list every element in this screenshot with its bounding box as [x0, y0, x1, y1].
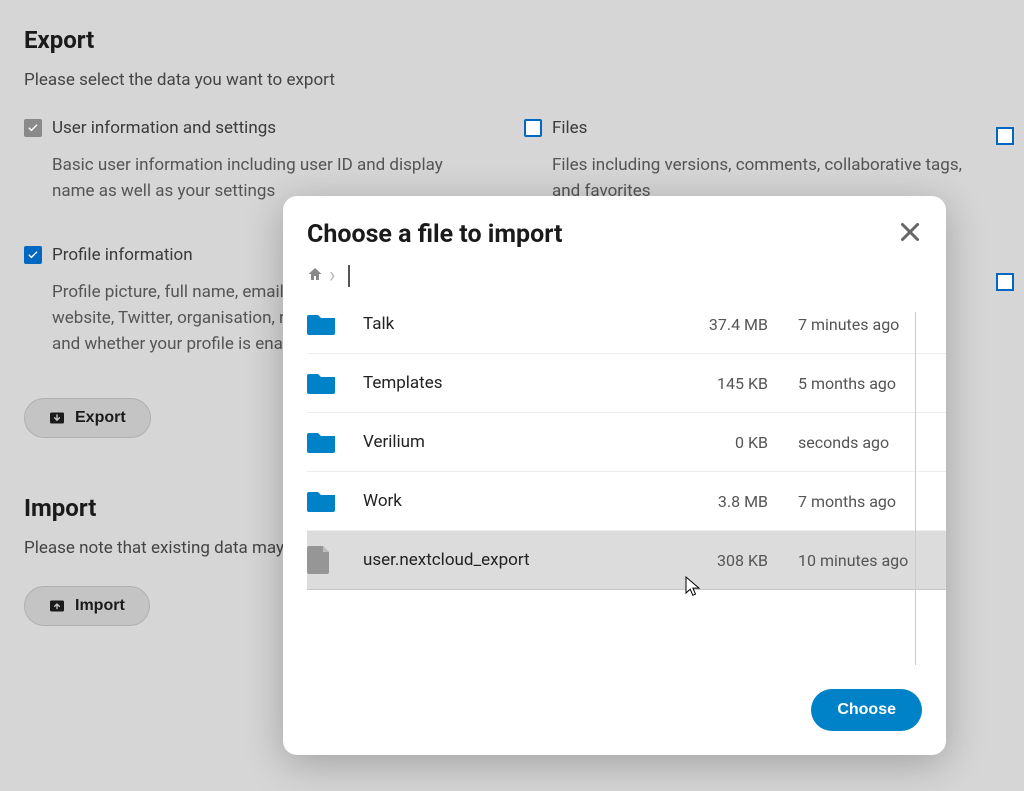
export-button-label: Export	[75, 409, 126, 427]
file-time: 10 minutes ago	[768, 551, 918, 570]
export-option-label: Files	[552, 118, 587, 138]
file-name: Templates	[363, 373, 678, 393]
folder-icon	[307, 430, 343, 454]
export-option-user-info[interactable]: User information and settings Basic user…	[24, 118, 484, 205]
folder-icon	[307, 489, 343, 513]
file-row[interactable]: user.nextcloud_export308 KB10 minutes ag…	[307, 531, 946, 590]
folder-row[interactable]: Talk37.4 MB7 minutes ago	[307, 295, 946, 354]
file-size: 145 KB	[678, 374, 768, 393]
import-button[interactable]: Import	[24, 586, 150, 626]
home-icon[interactable]	[307, 266, 323, 286]
folder-icon	[307, 371, 343, 395]
breadcrumb[interactable]: ›	[283, 259, 946, 295]
file-size: 3.8 MB	[678, 492, 768, 511]
checkbox-checked-icon[interactable]	[24, 246, 42, 264]
export-title: Export	[24, 26, 1000, 54]
file-name: Talk	[363, 314, 678, 334]
checkbox-empty-icon[interactable]	[524, 119, 542, 137]
export-option-files[interactable]: Files Files including versions, comments…	[524, 118, 984, 205]
file-name: Work	[363, 491, 678, 511]
folder-row[interactable]: Templates145 KB5 months ago	[307, 354, 946, 413]
close-icon[interactable]	[898, 220, 922, 244]
file-time: 5 months ago	[768, 374, 918, 393]
file-name: user.nextcloud_export	[363, 550, 678, 570]
download-icon	[49, 410, 65, 426]
file-picker-modal: Choose a file to import › Talk37.4 MB7 m…	[283, 196, 946, 755]
file-name: Verilium	[363, 432, 678, 452]
file-icon	[307, 546, 343, 574]
checkbox-disabled-icon[interactable]	[24, 119, 42, 137]
list-divider	[915, 312, 916, 665]
checkbox-offscreen-icon[interactable]	[996, 127, 1014, 145]
import-button-label: Import	[75, 597, 125, 615]
file-size: 37.4 MB	[678, 315, 768, 334]
folder-row[interactable]: Verilium0 KBseconds ago	[307, 413, 946, 472]
file-time: 7 months ago	[768, 492, 918, 511]
upload-icon	[49, 598, 65, 614]
chevron-right-icon: ›	[329, 265, 336, 287]
modal-title: Choose a file to import	[307, 220, 562, 249]
export-option-label: Profile information	[52, 245, 193, 265]
folder-row[interactable]: Work3.8 MB7 months ago	[307, 472, 946, 531]
export-option-label: User information and settings	[52, 118, 276, 138]
breadcrumb-cursor	[348, 265, 350, 287]
checkbox-offscreen-icon[interactable]	[996, 273, 1014, 291]
file-size: 308 KB	[678, 551, 768, 570]
file-time: seconds ago	[768, 433, 918, 452]
export-button[interactable]: Export	[24, 398, 151, 438]
file-time: 7 minutes ago	[768, 315, 918, 334]
choose-button[interactable]: Choose	[811, 689, 922, 731]
export-desc: Please select the data you want to expor…	[24, 70, 1000, 90]
file-size: 0 KB	[678, 433, 768, 452]
folder-icon	[307, 312, 343, 336]
